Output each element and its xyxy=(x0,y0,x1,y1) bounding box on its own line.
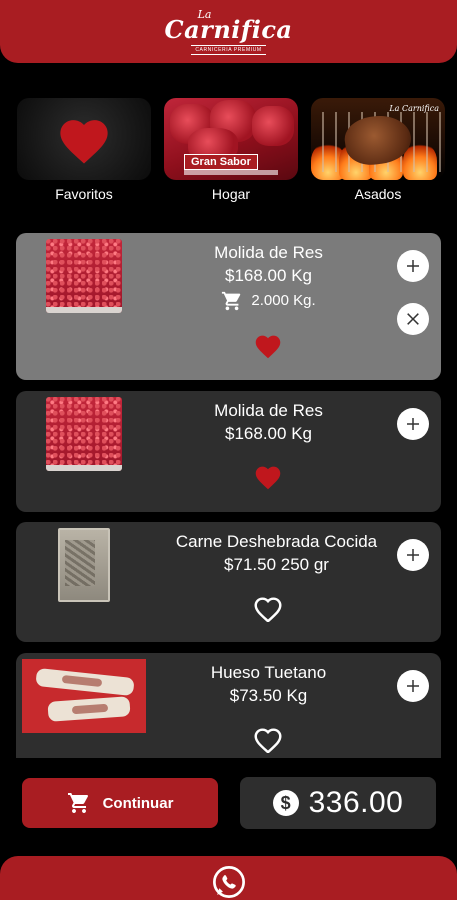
product-image xyxy=(46,239,122,313)
product-card[interactable]: Carne Deshebrada Cocida $71.50 250 gr xyxy=(16,522,441,642)
hogar-badge: Gran Sabor xyxy=(184,154,258,170)
add-button[interactable] xyxy=(397,539,429,571)
product-list[interactable]: Molida de Res $168.00 Kg 2.000 Kg. Molid… xyxy=(16,233,441,758)
heart-icon xyxy=(60,120,108,164)
brand-logo: La Carnifica CARNICERIA PREMIUM xyxy=(165,8,293,55)
cart-icon xyxy=(67,793,88,813)
category-hogar[interactable]: Gran Sabor Hogar xyxy=(164,98,298,202)
asados-mini-logo: La Carnifica xyxy=(389,104,439,113)
brand-logo-name: Carnifica xyxy=(164,15,293,44)
add-button[interactable] xyxy=(397,670,429,702)
product-card[interactable]: Hueso Tuetano $73.50 Kg xyxy=(16,653,441,758)
category-asados-image: La Carnifica xyxy=(311,98,445,180)
whatsapp-icon[interactable] xyxy=(211,864,247,900)
favorite-heart-outline-icon[interactable] xyxy=(253,726,283,753)
plus-icon xyxy=(407,260,419,272)
favorite-heart-outline-icon[interactable] xyxy=(253,595,283,622)
favorite-heart-icon[interactable] xyxy=(253,463,283,490)
product-image xyxy=(46,397,122,471)
plus-icon xyxy=(407,680,419,692)
category-row: Favoritos Gran Sabor Hogar La Carnifica … xyxy=(17,98,445,202)
category-hogar-image: Gran Sabor xyxy=(164,98,298,180)
app-header: La Carnifica CARNICERIA PREMIUM xyxy=(0,0,457,63)
product-card[interactable]: Molida de Res $168.00 Kg xyxy=(16,391,441,512)
close-icon xyxy=(407,313,419,325)
product-card[interactable]: Molida de Res $168.00 Kg 2.000 Kg. xyxy=(16,233,441,380)
product-price: $71.50 250 gr xyxy=(224,555,329,574)
total-amount: 336.00 xyxy=(308,786,404,819)
remove-button[interactable] xyxy=(397,303,429,335)
product-price: $73.50 Kg xyxy=(229,686,308,705)
add-button[interactable] xyxy=(397,250,429,282)
continue-button[interactable]: Continuar xyxy=(22,778,218,828)
checkout-bar: Continuar $ 336.00 xyxy=(22,777,436,829)
cart-quantity-value: 2.000 Kg. xyxy=(251,292,316,309)
product-name: Hueso Tuetano xyxy=(210,663,327,682)
product-image xyxy=(58,528,110,602)
category-favoritos[interactable]: Favoritos xyxy=(17,98,151,202)
product-price: $168.00 Kg xyxy=(225,424,312,443)
brand-logo-tagline: CARNICERIA PREMIUM xyxy=(191,45,266,55)
cart-quantity: 2.000 Kg. xyxy=(136,289,401,312)
plus-icon xyxy=(407,549,419,561)
category-favoritos-image xyxy=(17,98,151,180)
favorite-heart-icon[interactable] xyxy=(253,332,283,359)
product-image xyxy=(22,659,146,733)
category-label: Favoritos xyxy=(55,186,113,202)
add-button[interactable] xyxy=(397,408,429,440)
dollar-icon: $ xyxy=(272,790,299,816)
product-name: Carne Deshebrada Cocida xyxy=(175,532,378,551)
whatsapp-bar[interactable] xyxy=(0,856,457,900)
category-label: Asados xyxy=(354,186,402,202)
category-label: Hogar xyxy=(211,186,251,202)
order-total: $ 336.00 xyxy=(240,777,436,829)
category-asados[interactable]: La Carnifica Asados xyxy=(311,98,445,202)
cart-icon xyxy=(222,291,241,310)
product-price: $168.00 Kg xyxy=(225,266,312,285)
plus-icon xyxy=(407,418,419,430)
product-name: Molida de Res xyxy=(214,243,323,262)
product-name: Molida de Res xyxy=(214,401,323,420)
continue-label: Continuar xyxy=(102,794,174,812)
